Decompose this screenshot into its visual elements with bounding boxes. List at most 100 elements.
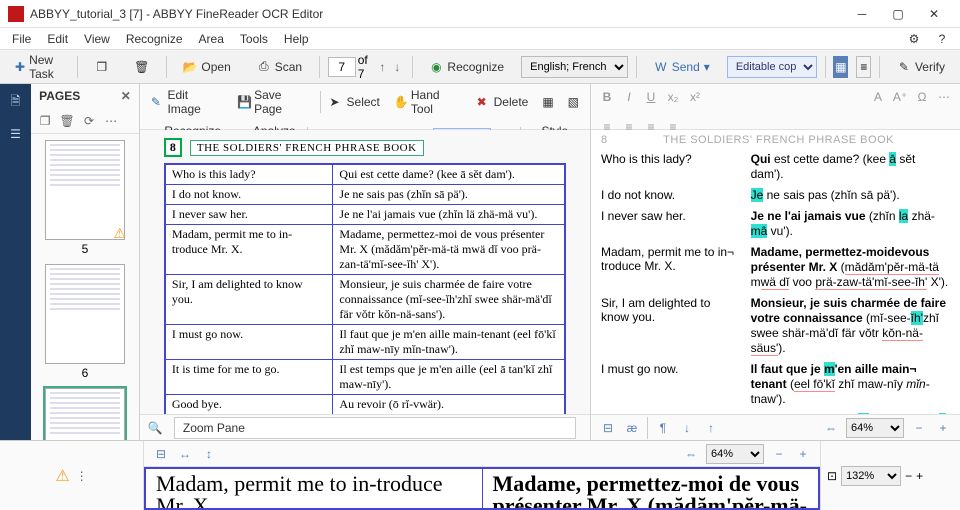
image-document[interactable]: 8 THE SOLDIERS' FRENCH PHRASE BOOK Who i… <box>140 130 590 414</box>
thumbnail-7[interactable]: ⚠ 7 <box>42 388 128 440</box>
fit-width-icon[interactable]: ⇔ <box>822 419 840 437</box>
close-button[interactable]: ✕ <box>916 0 952 28</box>
magnifier-right: Madame, permettez-moi de vous présenter … <box>483 469 819 508</box>
omega-icon[interactable]: Ω <box>914 88 930 106</box>
recognize-button[interactable]: ◉ Recognize <box>420 56 513 78</box>
zoom-in-icon[interactable]: + <box>916 469 923 483</box>
save-icon: 💾 <box>237 95 251 109</box>
text-zoom-select[interactable]: 64% <box>846 418 904 438</box>
table-row: Good bye.Au revoir (ō rĭ-vwär). <box>165 395 565 415</box>
more-icon[interactable]: ⋯ <box>103 113 119 129</box>
page-zoom-select[interactable]: 132% <box>841 466 901 486</box>
down-icon[interactable]: ↓ <box>678 419 696 437</box>
magnifier-view[interactable]: Madam, permit me to in-troduce Mr. X. Ma… <box>144 467 820 510</box>
layers-button[interactable]: ❐ <box>86 56 118 78</box>
menu-help[interactable]: Help <box>278 30 315 48</box>
scan-button[interactable]: ⎙ Scan <box>248 56 311 78</box>
workspace: 🗎 ☰ PAGES ✕ ❐ 🗑 ⟳ ⋯ ⚠ 5 6 ⚠ <box>0 84 960 440</box>
thumbnail-list[interactable]: ⚠ 5 6 ⚠ 7 <box>31 134 139 440</box>
page-current-input[interactable] <box>328 57 356 77</box>
zoom-out-icon[interactable]: − <box>770 445 788 463</box>
edit-icon: ✎ <box>151 95 165 109</box>
menu-view[interactable]: View <box>78 30 116 48</box>
hand-tool[interactable]: ✋Hand Tool <box>389 86 468 118</box>
view-image-toggle[interactable]: ▦ <box>833 56 848 78</box>
menu-tools[interactable]: Tools <box>234 30 274 48</box>
recognize-label: Recognize <box>447 60 504 74</box>
warning-icon[interactable]: ⚠ <box>55 466 69 486</box>
delete-button[interactable]: ✖Delete <box>472 93 534 111</box>
magnify-icon[interactable]: 🔍 <box>148 421 162 435</box>
page-down-icon[interactable]: ↓ <box>391 60 404 74</box>
zoom-out-icon[interactable]: − <box>905 469 912 483</box>
trash-icon[interactable]: 🗑 <box>59 113 75 129</box>
text-book-title: THE SOLDIERS' FRENCH PHRASE BOOK <box>607 134 950 146</box>
bottom-left: ⚠ ⋮ <box>0 441 144 510</box>
select-tool[interactable]: ➤Select <box>325 93 385 111</box>
grid2-icon[interactable]: ▧ <box>563 93 584 111</box>
table-row: Madam, permit me to in-troduce Mr. X.Mad… <box>165 225 565 275</box>
layout2-icon[interactable]: æ <box>623 419 641 437</box>
settings-icon[interactable]: ⚙ <box>902 32 926 46</box>
zoom-in-icon[interactable]: + <box>934 419 952 437</box>
delete-icon: ✖ <box>477 95 491 109</box>
layers-icon[interactable]: ❐ <box>37 113 53 129</box>
image-pane: ✎Edit Image 💾Save Page ➤Select ✋Hand Too… <box>140 84 591 440</box>
sidebar-list-icon[interactable]: ☰ <box>4 122 28 146</box>
fit-icon[interactable]: ⊟ <box>152 445 170 463</box>
menu-area[interactable]: Area <box>193 30 230 48</box>
phrase-table[interactable]: Who is this lady?Qui est cette dame? (ke… <box>164 163 566 414</box>
text-tools: B I U x₂ x² A A⁺ Ω ⋯ ≡ ≡ ≡ ≡ <box>591 84 960 130</box>
verify-button[interactable]: ✎ Verify <box>888 56 954 78</box>
rotate-icon[interactable]: ⟳ <box>81 113 97 129</box>
open-button[interactable]: 📂 Open <box>174 56 239 78</box>
magnifier-left: Madam, permit me to in-troduce Mr. X. <box>146 469 483 508</box>
pilcrow-icon[interactable]: ¶ <box>654 419 672 437</box>
font-smaller-icon[interactable]: A <box>870 88 886 106</box>
underline-button[interactable]: U <box>643 88 659 106</box>
menu-file[interactable]: File <box>6 30 37 48</box>
thumb-label-6: 6 <box>82 366 89 380</box>
trash-button[interactable]: 🗑 <box>126 56 158 78</box>
language-select[interactable]: English; French <box>521 56 628 78</box>
layout1-icon[interactable]: ⊟ <box>599 419 617 437</box>
pages-close-icon[interactable]: ✕ <box>121 89 131 103</box>
save-page-button[interactable]: 💾Save Page <box>232 86 316 118</box>
grid1-icon[interactable]: ▦ <box>537 93 558 111</box>
bottom-status: ⊡ 132% − + <box>820 441 960 510</box>
sidebar-page-icon[interactable]: 🗎 <box>4 90 28 114</box>
up-icon[interactable]: ↑ <box>702 419 720 437</box>
height-icon[interactable]: ↕ <box>200 445 218 463</box>
new-task-button[interactable]: ✚ New Task <box>6 49 69 85</box>
font-larger-icon[interactable]: A⁺ <box>892 88 908 106</box>
fit-width-icon[interactable]: ⇔ <box>682 445 700 463</box>
bold-button[interactable]: B <box>599 88 615 106</box>
magnifier-zoom-select[interactable]: 64% <box>706 444 764 464</box>
view-text-toggle[interactable]: ≡ <box>856 56 871 78</box>
thumbnail-6[interactable]: 6 <box>42 264 128 380</box>
minimize-button[interactable]: ─ <box>844 0 880 28</box>
thumbnail-5[interactable]: ⚠ 5 <box>42 140 128 256</box>
sup-button[interactable]: x² <box>687 88 703 106</box>
text-pane: B I U x₂ x² A A⁺ Ω ⋯ ≡ ≡ ≡ ≡ 8 THE SOLDI… <box>591 84 960 440</box>
width-icon[interactable]: ↔ <box>176 445 194 463</box>
text-document[interactable]: 8 THE SOLDIERS' FRENCH PHRASE BOOK Who i… <box>591 130 960 414</box>
copy-mode-select[interactable]: Editable copy <box>727 56 817 78</box>
page-up-icon[interactable]: ↑ <box>376 60 389 74</box>
maximize-button[interactable]: ▢ <box>880 0 916 28</box>
fit-window-icon[interactable]: ⊡ <box>827 469 837 483</box>
sub-button[interactable]: x₂ <box>665 88 681 106</box>
zoom-in-icon[interactable]: + <box>794 445 812 463</box>
zoom-out-icon[interactable]: − <box>910 419 928 437</box>
cursor-icon: ➤ <box>330 95 344 109</box>
book-title: THE SOLDIERS' FRENCH PHRASE BOOK <box>190 140 424 156</box>
edit-image-button[interactable]: ✎Edit Image <box>146 86 228 118</box>
help-icon[interactable]: ? <box>930 32 954 46</box>
layers-icon: ❐ <box>95 60 109 74</box>
menu-recognize[interactable]: Recognize <box>120 30 189 48</box>
menu-edit[interactable]: Edit <box>41 30 74 48</box>
italic-button[interactable]: I <box>621 88 637 106</box>
send-button[interactable]: W Send▾ <box>645 56 719 78</box>
table-row: I never saw her.Je ne l'ai jamais vue (z… <box>165 205 565 225</box>
more-icon[interactable]: ⋯ <box>936 88 952 106</box>
